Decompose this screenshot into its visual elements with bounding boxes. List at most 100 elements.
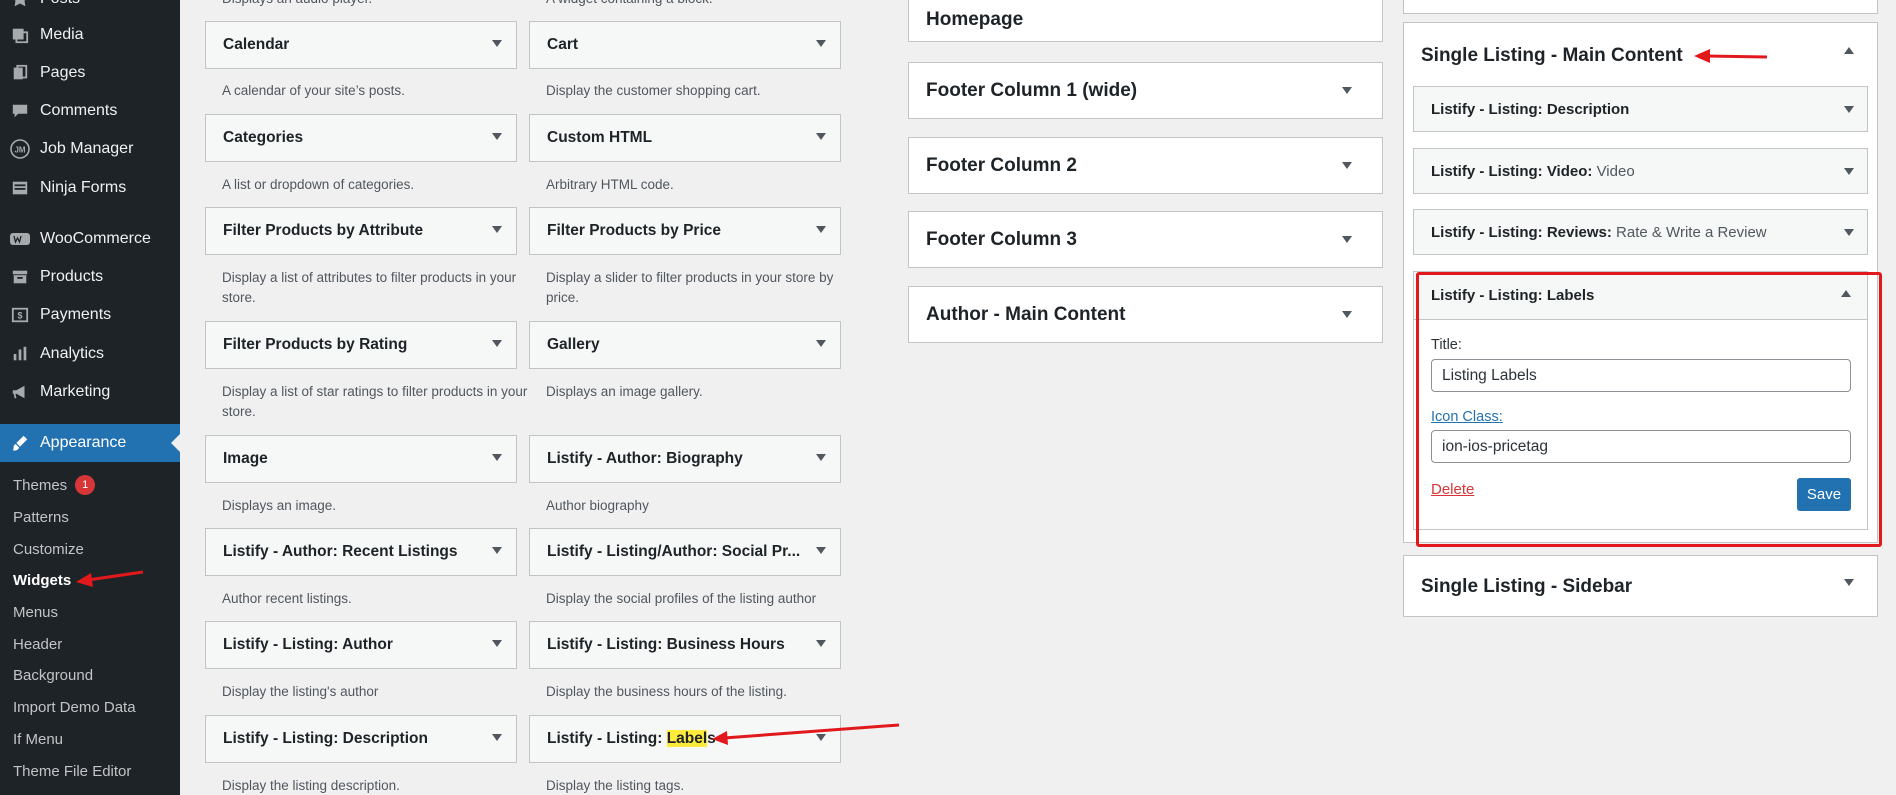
widget-filter-by-rating[interactable]: Filter Products by Rating <box>205 321 517 369</box>
chevron-down-icon[interactable] <box>816 547 826 554</box>
submenu-background[interactable]: Background <box>13 662 93 688</box>
chevron-down-icon[interactable] <box>816 226 826 233</box>
menu-label: Posts <box>40 0 80 8</box>
area-footer-column-2[interactable]: Footer Column 2 <box>908 137 1383 194</box>
area-footer-column-1[interactable]: Footer Column 1 (wide) <box>908 62 1383 119</box>
chevron-down-icon[interactable] <box>1844 229 1854 236</box>
widget-calendar[interactable]: Calendar <box>205 21 517 69</box>
widget-description: Displays an image gallery. <box>546 384 703 399</box>
submenu-if-menu[interactable]: If Menu <box>13 726 63 752</box>
chevron-down-icon[interactable] <box>492 133 502 140</box>
widget-title: Listify - Listing: Video: <box>1431 162 1593 180</box>
widget-description: Author biography <box>546 498 649 513</box>
menu-item-analytics[interactable]: Analytics <box>0 335 180 373</box>
submenu-patterns[interactable]: Patterns <box>13 504 69 530</box>
widget-author-recent-listings[interactable]: Listify - Author: Recent Listings <box>205 528 517 576</box>
chevron-down-icon[interactable] <box>1342 311 1352 318</box>
area-author-main-content[interactable]: Author - Main Content <box>908 286 1383 343</box>
chevron-down-icon[interactable] <box>492 547 502 554</box>
menu-label: WooCommerce <box>40 230 151 247</box>
chevron-down-icon[interactable] <box>816 340 826 347</box>
submenu-widgets[interactable]: Widgets <box>13 567 71 593</box>
annotation-highlight-box <box>1416 272 1882 547</box>
widget-title: Listify - Listing: Description <box>1431 100 1630 118</box>
widget-cart[interactable]: Cart <box>529 21 841 69</box>
widget-gallery[interactable]: Gallery <box>529 321 841 369</box>
submenu-label: Themes <box>13 476 68 494</box>
widget-image[interactable]: Image <box>205 435 517 483</box>
widget-title: Listify - Listing: Labels <box>547 730 716 748</box>
chevron-down-icon[interactable] <box>492 226 502 233</box>
chevron-down-icon[interactable] <box>816 640 826 647</box>
widget-title: Categories <box>223 129 304 146</box>
area-title: Single Listing - Sidebar <box>1421 576 1633 597</box>
chevron-down-icon[interactable] <box>1342 87 1352 94</box>
widget-title: Listify - Listing: Description <box>223 730 428 747</box>
menu-item-payments[interactable]: $ Payments <box>0 296 180 334</box>
menu-item-job-manager[interactable]: JM Job Manager <box>0 130 180 168</box>
submenu-themes[interactable]: Themes 1 <box>13 472 96 498</box>
chevron-down-icon[interactable] <box>1844 168 1854 175</box>
widget-filter-by-attribute[interactable]: Filter Products by Attribute <box>205 207 517 255</box>
widget-author-biography[interactable]: Listify - Author: Biography <box>529 435 841 483</box>
widget-categories[interactable]: Categories <box>205 114 517 162</box>
submenu-header[interactable]: Header <box>13 631 62 657</box>
menu-item-woocommerce[interactable]: WooCommerce <box>0 220 180 258</box>
chevron-down-icon[interactable] <box>1844 106 1854 113</box>
chevron-up-icon[interactable] <box>1844 47 1854 54</box>
chevron-down-icon[interactable] <box>816 734 826 741</box>
chevron-down-icon[interactable] <box>1342 162 1352 169</box>
widget-title: Filter Products by Rating <box>223 336 408 353</box>
search-highlight: Label <box>666 730 708 747</box>
submenu-menus[interactable]: Menus <box>13 599 58 625</box>
menu-item-products[interactable]: Products <box>0 258 180 296</box>
widget-custom-html[interactable]: Custom HTML <box>529 114 841 162</box>
menu-item-appearance[interactable]: Appearance <box>0 424 180 462</box>
chevron-down-icon[interactable] <box>492 40 502 47</box>
widget-title: Filter Products by Attribute <box>223 222 424 239</box>
widget-listing-author[interactable]: Listify - Listing: Author <box>205 621 517 669</box>
widget-title: Listify - Listing: Author <box>223 636 393 653</box>
chevron-down-icon[interactable] <box>492 640 502 647</box>
widget-author-social-profiles[interactable]: Listify - Listing/Author: Social Pr... <box>529 528 841 576</box>
chevron-down-icon[interactable] <box>492 454 502 461</box>
menu-item-ninja-forms[interactable]: Ninja Forms <box>0 169 180 207</box>
area-title: Single Listing - Main Content <box>1421 45 1683 66</box>
placed-widget-reviews[interactable]: Listify - Listing: Reviews: Rate & Write… <box>1413 209 1868 255</box>
widget-title: Listify - Listing: Reviews: <box>1431 223 1612 241</box>
submenu-import-demo-data[interactable]: Import Demo Data <box>13 694 136 720</box>
submenu-customize[interactable]: Customize <box>13 536 84 562</box>
submenu-label: Widgets <box>13 571 72 589</box>
menu-label: Analytics <box>40 345 105 362</box>
widget-business-hours[interactable]: Listify - Listing: Business Hours <box>529 621 841 669</box>
widget-filter-by-price[interactable]: Filter Products by Price <box>529 207 841 255</box>
area-top-stub <box>1403 0 1878 14</box>
menu-item-media[interactable]: Media <box>0 16 180 54</box>
placed-widget-video[interactable]: Listify - Listing: Video: Video <box>1413 148 1868 194</box>
widget-listing-labels[interactable]: Listify - Listing: Labels <box>529 715 841 763</box>
submenu-theme-file-editor[interactable]: Theme File Editor <box>13 758 131 784</box>
menu-item-marketing[interactable]: Marketing <box>0 373 180 411</box>
widget-description: Displays an audio player. <box>222 0 534 9</box>
menu-item-pages[interactable]: Pages <box>0 54 180 92</box>
widget-description: Display the listing's author <box>222 684 379 699</box>
chevron-down-icon[interactable] <box>816 454 826 461</box>
menu-item-comments[interactable]: Comments <box>0 92 180 130</box>
area-single-listing-sidebar[interactable]: Single Listing - Sidebar <box>1403 555 1878 617</box>
area-footer-column-3[interactable]: Footer Column 3 <box>908 211 1383 268</box>
archive-icon <box>0 268 40 286</box>
chevron-down-icon[interactable] <box>1844 579 1854 586</box>
widget-description: Display the listing description. <box>222 778 400 793</box>
chevron-down-icon[interactable] <box>492 340 502 347</box>
placed-widget-description[interactable]: Listify - Listing: Description <box>1413 86 1868 132</box>
forms-icon <box>0 179 40 197</box>
widget-title: Cart <box>547 36 579 53</box>
svg-text:JM: JM <box>14 146 25 155</box>
widget-listing-description[interactable]: Listify - Listing: Description <box>205 715 517 763</box>
chevron-down-icon[interactable] <box>816 133 826 140</box>
chevron-down-icon[interactable] <box>492 734 502 741</box>
area-homepage[interactable]: Homepage <box>908 0 1383 42</box>
chevron-down-icon[interactable] <box>1342 236 1352 243</box>
comments-icon <box>0 102 40 120</box>
chevron-down-icon[interactable] <box>816 40 826 47</box>
